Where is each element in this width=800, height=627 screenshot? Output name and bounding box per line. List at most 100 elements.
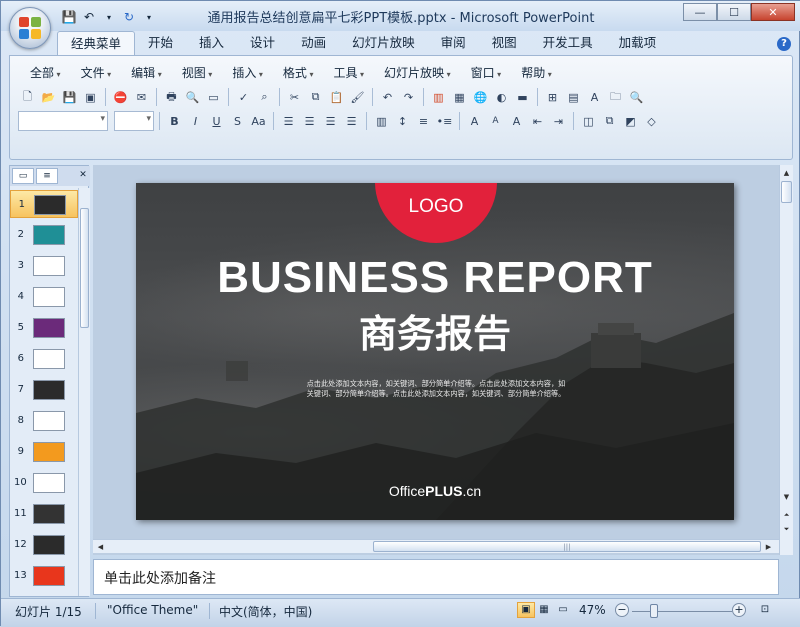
slide-thumbnail[interactable]: 8 — [10, 407, 78, 435]
justify-icon[interactable]: ☰ — [342, 112, 361, 131]
slide-thumbnail[interactable]: 5 — [10, 314, 78, 342]
customize-qat-icon[interactable]: ▾ — [141, 9, 157, 25]
dropdown-arrow-icon[interactable]: ▾ — [101, 9, 117, 25]
menu-edit[interactable]: 编辑 — [121, 64, 172, 81]
bullets-icon[interactable]: •≡ — [435, 112, 454, 131]
undo-icon[interactable]: ↶ — [81, 9, 97, 25]
slide-canvas[interactable]: LOGO BUSINESS REPORT 商务报告 点击此处添加文本内容，如关键… — [136, 183, 734, 520]
slideshow-view-icon[interactable]: ▭ — [554, 602, 572, 618]
numbering-icon[interactable]: ≡ — [414, 112, 433, 131]
research-icon[interactable]: ⌕ — [255, 88, 274, 107]
spelling-icon[interactable]: ✓ — [234, 88, 253, 107]
permission-icon[interactable]: ⛔ — [111, 88, 130, 107]
slide-thumbnail[interactable]: 7 — [10, 376, 78, 404]
attach-icon[interactable]: ✉ — [132, 88, 151, 107]
paste-icon[interactable]: 📋 — [327, 88, 346, 107]
zoom-icon[interactable]: 🔍 — [627, 88, 646, 107]
undo-icon[interactable]: ↶ — [378, 88, 397, 107]
menu-window[interactable]: 窗口 — [461, 64, 512, 81]
redo-icon[interactable]: ↷ — [399, 88, 418, 107]
align-right-icon[interactable]: ☰ — [321, 112, 340, 131]
save-as-pdf-icon[interactable]: ▣ — [81, 88, 100, 107]
menu-slideshow[interactable]: 幻灯片放映 — [374, 64, 461, 81]
slide-thumbnail[interactable]: 11 — [10, 500, 78, 528]
slide-thumbnail[interactable]: 4 — [10, 283, 78, 311]
zoom-in-icon[interactable]: + — [732, 603, 746, 617]
scroll-down-icon[interactable]: ▼ — [781, 491, 792, 503]
format-painter-icon[interactable]: 🖌 — [348, 88, 367, 107]
scroll-right-icon[interactable]: ▶ — [763, 541, 774, 553]
increase-indent-icon[interactable]: ⇥ — [549, 112, 568, 131]
theme-name[interactable]: "Office Theme" — [107, 603, 198, 617]
tab-slideshow[interactable]: 幻灯片放映 — [339, 31, 428, 55]
tab-addins[interactable]: 加载项 — [606, 31, 670, 55]
strikethrough-icon[interactable]: S — [228, 112, 247, 131]
minimize-button[interactable]: — — [683, 3, 717, 21]
menu-insert[interactable]: 插入 — [222, 64, 273, 81]
tab-view[interactable]: 视图 — [479, 31, 530, 55]
slide-thumbnail[interactable]: 13 — [10, 562, 78, 590]
zoom-out-icon[interactable]: − — [615, 603, 629, 617]
slide-body-text[interactable]: 点击此处添加文本内容，如关键词、部分简单介绍等。点击此处添加文本内容，如 关键词… — [286, 379, 586, 399]
close-panel-icon[interactable]: ✕ — [72, 168, 94, 184]
tab-developer[interactable]: 开发工具 — [530, 31, 606, 55]
next-slide-icon[interactable]: ⏷ — [781, 523, 792, 535]
text-box-icon[interactable]: A — [585, 88, 604, 107]
tab-home[interactable]: 开始 — [135, 31, 186, 55]
copy-icon[interactable]: ⧉ — [306, 88, 325, 107]
folder-icon[interactable]: 🗀 — [606, 88, 625, 107]
align-center-icon[interactable]: ☰ — [300, 112, 319, 131]
slide-thumbnail[interactable]: 9 — [10, 438, 78, 466]
change-case-icon[interactable]: Aa — [249, 112, 268, 131]
bold-icon[interactable]: B — [165, 112, 184, 131]
tab-insert[interactable]: 插入 — [186, 31, 237, 55]
help-icon[interactable]: ? — [777, 37, 791, 51]
open-icon[interactable]: 📂 — [39, 88, 58, 107]
scroll-left-icon[interactable]: ◀ — [95, 541, 106, 553]
zoom-slider-track[interactable] — [632, 611, 732, 612]
menu-help[interactable]: 帮助 — [511, 64, 562, 81]
font-size-combo[interactable] — [114, 111, 154, 131]
new-icon[interactable]: 🗋 — [18, 88, 37, 107]
office-button[interactable] — [9, 7, 51, 49]
language-indicator[interactable]: 中文(简体，中国) — [219, 603, 312, 620]
line-spacing-icon[interactable]: ↕ — [393, 112, 412, 131]
underline-icon[interactable]: U — [207, 112, 226, 131]
slide-layout-icon[interactable]: ▤ — [564, 88, 583, 107]
slide-thumbnail[interactable]: 12 — [10, 531, 78, 559]
scrollbar-thumb[interactable]: ||| — [373, 541, 761, 552]
page-setup-icon[interactable]: ▭ — [204, 88, 223, 107]
font-name-combo[interactable] — [18, 111, 108, 131]
zoom-level[interactable]: 47% — [579, 603, 606, 617]
menu-view[interactable]: 视图 — [172, 64, 223, 81]
notes-pane[interactable]: 单击此处添加备注 — [93, 559, 779, 595]
slide-subtitle[interactable]: 商务报告 — [136, 303, 734, 358]
quick-styles-icon[interactable]: ◩ — [621, 112, 640, 131]
tab-animations[interactable]: 动画 — [288, 31, 339, 55]
vertical-scrollbar[interactable]: ▲ ▼ ⏶ ⏷ — [779, 165, 793, 555]
slide-thumbnail[interactable]: 3 — [10, 252, 78, 280]
color-grayscale-icon[interactable]: ◐ — [492, 88, 511, 107]
grow-font-icon[interactable]: A — [507, 112, 526, 131]
zoom-slider-handle[interactable] — [650, 604, 658, 618]
scrollbar-thumb[interactable] — [80, 208, 89, 328]
horizontal-scrollbar[interactable]: ◀ ||| ▶ — [93, 539, 779, 553]
previous-slide-icon[interactable]: ⏶ — [781, 509, 792, 521]
new-slide-icon[interactable]: ⊞ — [543, 88, 562, 107]
slide-thumbnail[interactable]: 6 — [10, 345, 78, 373]
chart-icon[interactable]: ▥ — [429, 88, 448, 107]
slides-tab-icon[interactable]: ▭ — [12, 168, 34, 184]
slide-thumbnail[interactable]: 2 — [10, 221, 78, 249]
cut-icon[interactable]: ✂ — [285, 88, 304, 107]
maximize-button[interactable]: ☐ — [717, 3, 751, 21]
scroll-up-icon[interactable]: ▲ — [781, 167, 792, 179]
tab-review[interactable]: 审阅 — [428, 31, 479, 55]
tab-design[interactable]: 设计 — [237, 31, 288, 55]
italic-icon[interactable]: I — [186, 112, 205, 131]
decrease-font-icon[interactable]: A — [486, 112, 505, 131]
table-icon[interactable]: ▦ — [450, 88, 469, 107]
normal-view-icon[interactable]: ▣ — [517, 602, 535, 618]
arrange-icon[interactable]: ⧉ — [600, 112, 619, 131]
save-icon[interactable]: 💾 — [61, 9, 77, 25]
print-icon[interactable]: 🖶 — [162, 88, 181, 107]
